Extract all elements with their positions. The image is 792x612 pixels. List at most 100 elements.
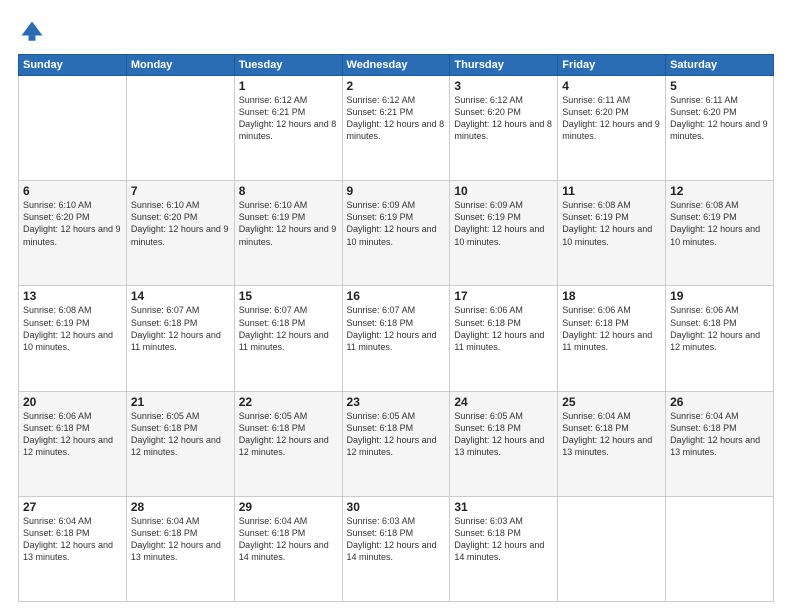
day-info: Sunrise: 6:04 AM Sunset: 6:18 PM Dayligh… xyxy=(239,515,338,564)
calendar-cell: 21Sunrise: 6:05 AM Sunset: 6:18 PM Dayli… xyxy=(126,391,234,496)
weekday-header-thursday: Thursday xyxy=(450,55,558,76)
calendar-cell: 22Sunrise: 6:05 AM Sunset: 6:18 PM Dayli… xyxy=(234,391,342,496)
calendar-cell: 4Sunrise: 6:11 AM Sunset: 6:20 PM Daylig… xyxy=(558,76,666,181)
day-info: Sunrise: 6:08 AM Sunset: 6:19 PM Dayligh… xyxy=(670,199,769,248)
day-info: Sunrise: 6:10 AM Sunset: 6:20 PM Dayligh… xyxy=(23,199,122,248)
day-number: 14 xyxy=(131,289,230,303)
calendar-cell: 30Sunrise: 6:03 AM Sunset: 6:18 PM Dayli… xyxy=(342,496,450,601)
day-number: 5 xyxy=(670,79,769,93)
weekday-header-tuesday: Tuesday xyxy=(234,55,342,76)
day-number: 29 xyxy=(239,500,338,514)
calendar-cell: 1Sunrise: 6:12 AM Sunset: 6:21 PM Daylig… xyxy=(234,76,342,181)
day-info: Sunrise: 6:08 AM Sunset: 6:19 PM Dayligh… xyxy=(23,304,122,353)
weekday-header-monday: Monday xyxy=(126,55,234,76)
day-info: Sunrise: 6:06 AM Sunset: 6:18 PM Dayligh… xyxy=(23,410,122,459)
calendar-cell: 14Sunrise: 6:07 AM Sunset: 6:18 PM Dayli… xyxy=(126,286,234,391)
week-row-3: 20Sunrise: 6:06 AM Sunset: 6:18 PM Dayli… xyxy=(19,391,774,496)
header xyxy=(18,18,774,46)
day-info: Sunrise: 6:12 AM Sunset: 6:20 PM Dayligh… xyxy=(454,94,553,143)
week-row-4: 27Sunrise: 6:04 AM Sunset: 6:18 PM Dayli… xyxy=(19,496,774,601)
day-info: Sunrise: 6:07 AM Sunset: 6:18 PM Dayligh… xyxy=(239,304,338,353)
calendar-cell: 11Sunrise: 6:08 AM Sunset: 6:19 PM Dayli… xyxy=(558,181,666,286)
calendar-cell: 13Sunrise: 6:08 AM Sunset: 6:19 PM Dayli… xyxy=(19,286,127,391)
day-info: Sunrise: 6:05 AM Sunset: 6:18 PM Dayligh… xyxy=(347,410,446,459)
day-number: 15 xyxy=(239,289,338,303)
calendar-cell: 2Sunrise: 6:12 AM Sunset: 6:21 PM Daylig… xyxy=(342,76,450,181)
day-info: Sunrise: 6:09 AM Sunset: 6:19 PM Dayligh… xyxy=(347,199,446,248)
calendar-cell: 24Sunrise: 6:05 AM Sunset: 6:18 PM Dayli… xyxy=(450,391,558,496)
day-number: 10 xyxy=(454,184,553,198)
calendar-cell: 9Sunrise: 6:09 AM Sunset: 6:19 PM Daylig… xyxy=(342,181,450,286)
day-info: Sunrise: 6:06 AM Sunset: 6:18 PM Dayligh… xyxy=(562,304,661,353)
day-info: Sunrise: 6:04 AM Sunset: 6:18 PM Dayligh… xyxy=(23,515,122,564)
day-number: 26 xyxy=(670,395,769,409)
calendar-cell: 6Sunrise: 6:10 AM Sunset: 6:20 PM Daylig… xyxy=(19,181,127,286)
calendar-cell xyxy=(666,496,774,601)
logo xyxy=(18,18,50,46)
calendar-cell xyxy=(19,76,127,181)
logo-icon xyxy=(18,18,46,46)
day-number: 3 xyxy=(454,79,553,93)
calendar-cell: 19Sunrise: 6:06 AM Sunset: 6:18 PM Dayli… xyxy=(666,286,774,391)
calendar-cell: 23Sunrise: 6:05 AM Sunset: 6:18 PM Dayli… xyxy=(342,391,450,496)
calendar-cell: 10Sunrise: 6:09 AM Sunset: 6:19 PM Dayli… xyxy=(450,181,558,286)
day-number: 21 xyxy=(131,395,230,409)
day-number: 7 xyxy=(131,184,230,198)
weekday-header-friday: Friday xyxy=(558,55,666,76)
day-number: 8 xyxy=(239,184,338,198)
day-number: 2 xyxy=(347,79,446,93)
weekday-header-sunday: Sunday xyxy=(19,55,127,76)
calendar-cell: 28Sunrise: 6:04 AM Sunset: 6:18 PM Dayli… xyxy=(126,496,234,601)
day-number: 22 xyxy=(239,395,338,409)
calendar-cell: 29Sunrise: 6:04 AM Sunset: 6:18 PM Dayli… xyxy=(234,496,342,601)
week-row-1: 6Sunrise: 6:10 AM Sunset: 6:20 PM Daylig… xyxy=(19,181,774,286)
calendar-cell: 16Sunrise: 6:07 AM Sunset: 6:18 PM Dayli… xyxy=(342,286,450,391)
day-info: Sunrise: 6:05 AM Sunset: 6:18 PM Dayligh… xyxy=(239,410,338,459)
day-number: 12 xyxy=(670,184,769,198)
calendar-cell: 25Sunrise: 6:04 AM Sunset: 6:18 PM Dayli… xyxy=(558,391,666,496)
calendar-cell: 3Sunrise: 6:12 AM Sunset: 6:20 PM Daylig… xyxy=(450,76,558,181)
calendar-cell: 17Sunrise: 6:06 AM Sunset: 6:18 PM Dayli… xyxy=(450,286,558,391)
day-number: 1 xyxy=(239,79,338,93)
weekday-header-saturday: Saturday xyxy=(666,55,774,76)
day-info: Sunrise: 6:10 AM Sunset: 6:20 PM Dayligh… xyxy=(131,199,230,248)
calendar-cell: 27Sunrise: 6:04 AM Sunset: 6:18 PM Dayli… xyxy=(19,496,127,601)
day-info: Sunrise: 6:07 AM Sunset: 6:18 PM Dayligh… xyxy=(347,304,446,353)
day-info: Sunrise: 6:08 AM Sunset: 6:19 PM Dayligh… xyxy=(562,199,661,248)
day-info: Sunrise: 6:05 AM Sunset: 6:18 PM Dayligh… xyxy=(454,410,553,459)
day-number: 20 xyxy=(23,395,122,409)
day-info: Sunrise: 6:06 AM Sunset: 6:18 PM Dayligh… xyxy=(454,304,553,353)
day-number: 13 xyxy=(23,289,122,303)
week-row-0: 1Sunrise: 6:12 AM Sunset: 6:21 PM Daylig… xyxy=(19,76,774,181)
day-info: Sunrise: 6:04 AM Sunset: 6:18 PM Dayligh… xyxy=(562,410,661,459)
day-number: 31 xyxy=(454,500,553,514)
weekday-header-row: SundayMondayTuesdayWednesdayThursdayFrid… xyxy=(19,55,774,76)
day-number: 28 xyxy=(131,500,230,514)
calendar-cell xyxy=(126,76,234,181)
day-number: 9 xyxy=(347,184,446,198)
calendar-cell: 12Sunrise: 6:08 AM Sunset: 6:19 PM Dayli… xyxy=(666,181,774,286)
calendar-cell xyxy=(558,496,666,601)
calendar-cell: 8Sunrise: 6:10 AM Sunset: 6:19 PM Daylig… xyxy=(234,181,342,286)
day-number: 25 xyxy=(562,395,661,409)
calendar-cell: 18Sunrise: 6:06 AM Sunset: 6:18 PM Dayli… xyxy=(558,286,666,391)
day-number: 17 xyxy=(454,289,553,303)
day-info: Sunrise: 6:03 AM Sunset: 6:18 PM Dayligh… xyxy=(347,515,446,564)
day-number: 16 xyxy=(347,289,446,303)
day-info: Sunrise: 6:06 AM Sunset: 6:18 PM Dayligh… xyxy=(670,304,769,353)
calendar-cell: 20Sunrise: 6:06 AM Sunset: 6:18 PM Dayli… xyxy=(19,391,127,496)
day-info: Sunrise: 6:11 AM Sunset: 6:20 PM Dayligh… xyxy=(562,94,661,143)
calendar-cell: 7Sunrise: 6:10 AM Sunset: 6:20 PM Daylig… xyxy=(126,181,234,286)
day-info: Sunrise: 6:07 AM Sunset: 6:18 PM Dayligh… xyxy=(131,304,230,353)
day-info: Sunrise: 6:04 AM Sunset: 6:18 PM Dayligh… xyxy=(131,515,230,564)
day-number: 4 xyxy=(562,79,661,93)
day-info: Sunrise: 6:05 AM Sunset: 6:18 PM Dayligh… xyxy=(131,410,230,459)
day-number: 19 xyxy=(670,289,769,303)
day-number: 18 xyxy=(562,289,661,303)
week-row-2: 13Sunrise: 6:08 AM Sunset: 6:19 PM Dayli… xyxy=(19,286,774,391)
day-number: 30 xyxy=(347,500,446,514)
day-number: 11 xyxy=(562,184,661,198)
day-number: 24 xyxy=(454,395,553,409)
weekday-header-wednesday: Wednesday xyxy=(342,55,450,76)
calendar-cell: 5Sunrise: 6:11 AM Sunset: 6:20 PM Daylig… xyxy=(666,76,774,181)
